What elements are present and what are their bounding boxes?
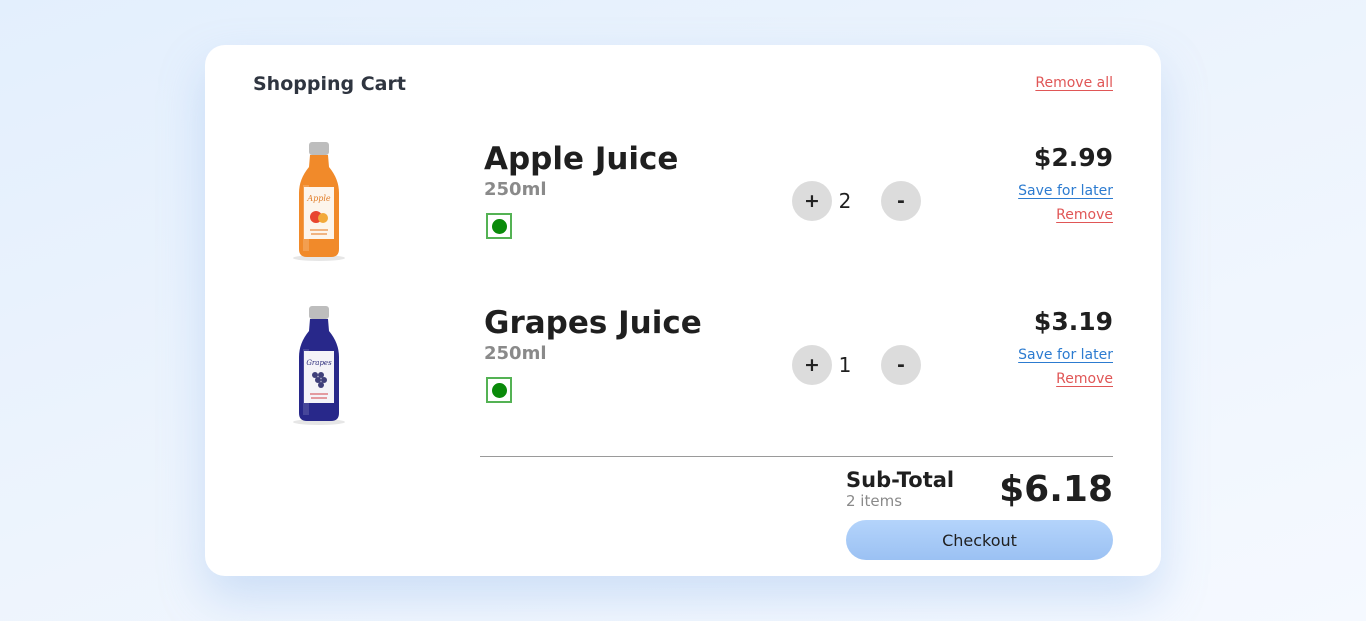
quantity-value: 2: [838, 189, 852, 213]
quantity-value: 1: [838, 353, 852, 377]
save-for-later-link[interactable]: Save for later: [1018, 183, 1113, 199]
subtotal-item-count: 2 items: [846, 492, 903, 510]
cart-item: Apple Apple Juice 250ml + 2 - $2.99 Save…: [205, 141, 1161, 286]
veg-dot: [491, 218, 507, 234]
save-for-later-link[interactable]: Save for later: [1018, 347, 1113, 363]
grapes-juice-image: Grapes: [283, 305, 355, 450]
item-price: $2.99: [1033, 143, 1113, 172]
item-name: Grapes Juice: [484, 305, 702, 341]
subtotal-divider: [480, 456, 1113, 457]
cart-header: Shopping Cart Remove all: [253, 73, 1113, 99]
remove-item-link[interactable]: Remove: [1056, 207, 1113, 223]
item-name: Apple Juice: [484, 141, 679, 177]
decrease-quantity-button[interactable]: -: [881, 181, 921, 221]
svg-text:Apple: Apple: [306, 194, 331, 203]
veg-indicator-icon: [486, 213, 512, 239]
remove-all-link[interactable]: Remove all: [1035, 75, 1113, 91]
subtotal-label: Sub-Total: [846, 468, 955, 492]
item-volume: 250ml: [484, 179, 547, 200]
cart-title: Shopping Cart: [253, 73, 406, 95]
veg-dot: [491, 382, 507, 398]
cart-item: Grapes Grapes Juice 250ml + 1 - $3.19 Sa…: [205, 305, 1161, 450]
veg-indicator-icon: [486, 377, 512, 403]
item-price: $3.19: [1033, 307, 1113, 336]
checkout-button[interactable]: Checkout: [846, 520, 1113, 560]
shopping-cart-card: Shopping Cart Remove all Apple Apple Jui…: [205, 45, 1161, 576]
apple-juice-image: Apple: [283, 141, 355, 286]
svg-text:Grapes: Grapes: [306, 359, 332, 367]
remove-item-link[interactable]: Remove: [1056, 371, 1113, 387]
decrease-quantity-button[interactable]: -: [881, 345, 921, 385]
item-volume: 250ml: [484, 343, 547, 364]
subtotal-amount: $6.18: [999, 469, 1113, 510]
